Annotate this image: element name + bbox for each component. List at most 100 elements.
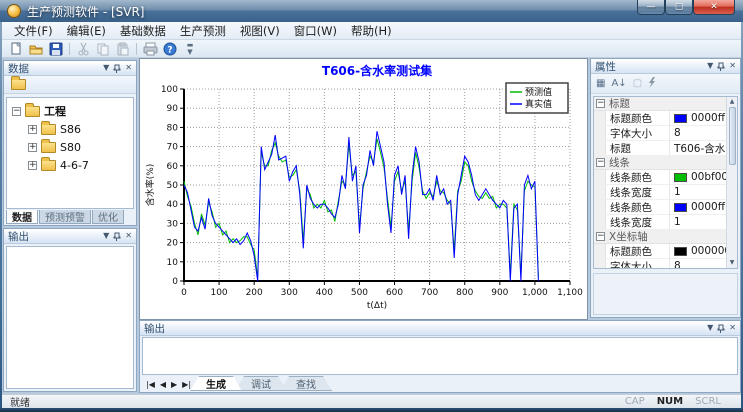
toolbar-overflow-button[interactable]: ▬▼: [180, 40, 200, 57]
expand-icon[interactable]: +: [28, 125, 37, 134]
pin-icon[interactable]: [113, 232, 121, 241]
scrollbar-thumb[interactable]: [729, 107, 736, 165]
expand-icon[interactable]: +: [28, 143, 37, 152]
tab-forecast-warning[interactable]: 预测预警: [39, 210, 91, 224]
categorized-view-icon[interactable]: ▦: [596, 79, 605, 89]
tree-node-root[interactable]: − 工程: [7, 102, 133, 120]
menubar: 文件(F) 编辑(E) 基础数据 生产预测 视图(V) 窗口(W) 帮助(H): [2, 22, 741, 40]
svg-text:90: 90: [167, 104, 179, 114]
next-tab-icon[interactable]: ▶: [171, 380, 177, 389]
help-button[interactable]: ?: [160, 40, 180, 57]
collapse-icon[interactable]: −: [596, 232, 605, 241]
property-row[interactable]: 线条颜色0000ff: [594, 200, 726, 215]
chevron-down-icon[interactable]: ▼: [707, 324, 713, 332]
property-row[interactable]: 字体大小8: [594, 126, 726, 141]
pin-icon[interactable]: [717, 62, 725, 71]
tab-debug[interactable]: 调试: [235, 376, 287, 391]
new-document-icon: [9, 42, 23, 56]
chevron-down-icon[interactable]: ▼: [707, 62, 713, 70]
tab-generate[interactable]: 生成: [190, 376, 242, 391]
menu-window[interactable]: 窗口(W): [287, 22, 344, 40]
property-row[interactable]: 标题T606-含水...: [594, 141, 726, 156]
menu-file[interactable]: 文件(F): [7, 22, 60, 40]
tab-optimize[interactable]: 优化: [92, 210, 124, 224]
property-row[interactable]: 标题颜色0000ff: [594, 111, 726, 126]
chevron-down-icon[interactable]: ▼: [103, 64, 109, 72]
statusbar: 就绪 CAP NUM SCRL: [2, 394, 741, 408]
svg-text:700: 700: [421, 288, 438, 298]
print-icon: [143, 42, 158, 56]
folder-icon: [41, 124, 56, 135]
menu-production-forecast[interactable]: 生产预测: [173, 22, 233, 40]
property-row[interactable]: 线条宽度1: [594, 185, 726, 200]
paste-button[interactable]: [113, 40, 133, 57]
svg-text:预测值: 预测值: [525, 86, 552, 98]
color-swatch: [674, 114, 687, 123]
cut-button[interactable]: [73, 40, 93, 57]
property-category[interactable]: −X坐标轴: [594, 230, 726, 244]
property-category[interactable]: −线条: [594, 156, 726, 170]
window-bottom-border: [0, 408, 743, 412]
collapse-icon[interactable]: −: [596, 158, 605, 167]
svg-text:800: 800: [456, 288, 473, 298]
left-dock-tabs: 数据 预测预警 优化: [6, 210, 125, 224]
alphabetical-sort-icon[interactable]: A↓: [611, 79, 626, 89]
property-category[interactable]: −标题: [594, 97, 726, 111]
minimize-button[interactable]: —: [637, 0, 665, 15]
close-icon[interactable]: ✕: [729, 324, 736, 332]
app-window: 生产预测软件 - [SVR] — ▢ ✕ 文件(F) 编辑(E) 基础数据 生产…: [0, 0, 743, 412]
copy-button[interactable]: [93, 40, 113, 57]
maximize-button[interactable]: ▢: [665, 0, 693, 15]
property-grid-toolbar: ▦ A↓ ▢: [591, 74, 740, 94]
scrollbar[interactable]: ▲ ▼: [726, 97, 737, 268]
property-row[interactable]: 字体大小8: [594, 259, 726, 268]
copy-icon: [96, 42, 110, 56]
collapse-icon[interactable]: −: [596, 99, 605, 108]
collapse-icon[interactable]: −: [12, 107, 21, 116]
menu-view[interactable]: 视图(V): [233, 22, 287, 40]
close-icon[interactable]: ✕: [125, 64, 132, 72]
new-project-button[interactable]: [8, 76, 28, 93]
pin-icon[interactable]: [113, 64, 121, 73]
last-tab-icon[interactable]: ▶|: [182, 380, 191, 389]
tree-node-label: 4-6-7: [60, 159, 89, 172]
expand-icon[interactable]: +: [28, 161, 37, 170]
bottom-output-tabstrip: |◀ ◀ ▶ ▶| 生成 调试 查找: [142, 376, 738, 391]
caps-lock-indicator: CAP: [625, 396, 645, 407]
menu-edit[interactable]: 编辑(E): [60, 22, 113, 40]
property-row[interactable]: 线条宽度1: [594, 215, 726, 230]
scroll-up-icon[interactable]: ▲: [730, 97, 735, 107]
tab-find[interactable]: 查找: [280, 376, 332, 391]
close-icon[interactable]: ✕: [729, 62, 736, 70]
svg-text:t(Δt): t(Δt): [367, 301, 387, 311]
tree-node[interactable]: + S86: [7, 120, 133, 138]
svg-text:900: 900: [491, 288, 508, 298]
close-icon[interactable]: ✕: [125, 232, 132, 240]
close-button[interactable]: ✕: [693, 0, 735, 15]
print-button[interactable]: [140, 40, 160, 57]
save-button[interactable]: [46, 40, 66, 57]
svg-text:70: 70: [167, 143, 179, 153]
scroll-lock-indicator: SCRL: [695, 396, 721, 407]
scroll-down-icon[interactable]: ▼: [730, 258, 735, 268]
events-icon[interactable]: [648, 77, 656, 91]
toolbar-separator: [136, 43, 137, 55]
menu-help[interactable]: 帮助(H): [344, 22, 399, 40]
property-row[interactable]: 标题颜色000000: [594, 244, 726, 259]
new-button[interactable]: [6, 40, 26, 57]
chevron-down-icon[interactable]: ▼: [103, 232, 109, 240]
open-button[interactable]: [26, 40, 46, 57]
save-icon: [49, 42, 63, 56]
property-pages-icon[interactable]: ▢: [633, 79, 642, 89]
property-row[interactable]: 线条颜色00bf00: [594, 170, 726, 185]
first-tab-icon[interactable]: |◀: [146, 380, 155, 389]
tab-nav-buttons: |◀ ◀ ▶ ▶|: [142, 380, 197, 391]
tab-data[interactable]: 数据: [6, 210, 38, 224]
prev-tab-icon[interactable]: ◀: [160, 380, 166, 389]
pin-icon[interactable]: [717, 324, 725, 333]
tree-node-label: S80: [60, 141, 81, 154]
svg-text:600: 600: [386, 288, 403, 298]
tree-node[interactable]: + S80: [7, 138, 133, 156]
tree-node[interactable]: + 4-6-7: [7, 156, 133, 174]
menu-basic-data[interactable]: 基础数据: [113, 22, 173, 40]
